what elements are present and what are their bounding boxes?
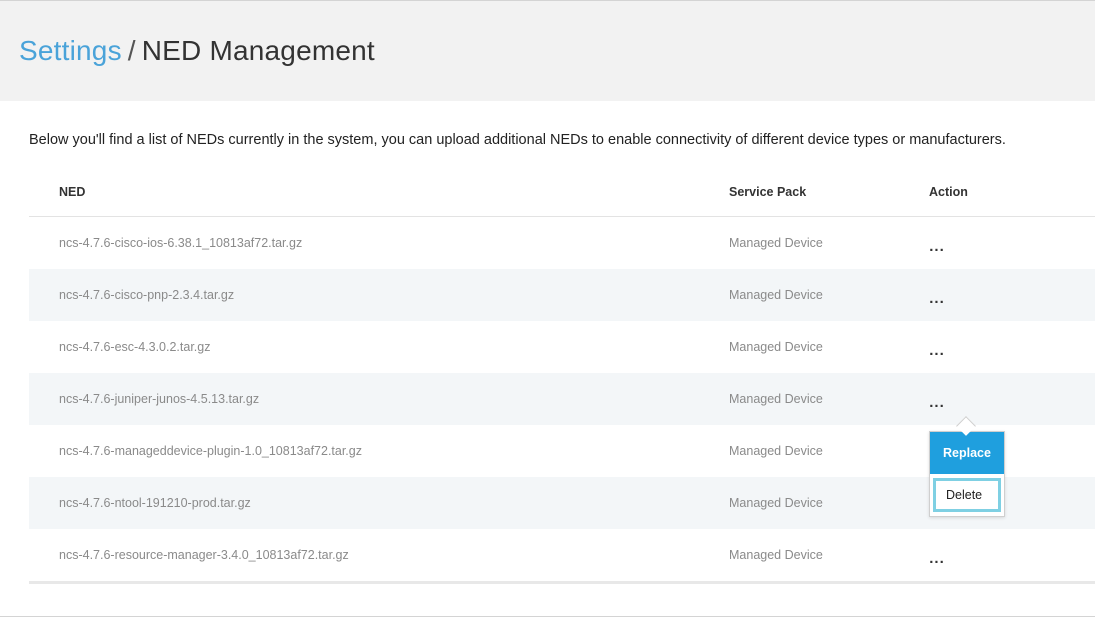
breadcrumb-settings-link[interactable]: Settings <box>19 35 122 66</box>
bottom-divider <box>0 616 1095 617</box>
table-bottom-border <box>29 581 1095 584</box>
ned-name-cell: ncs-4.7.6-ntool-191210-prod.tar.gz <box>59 496 251 510</box>
ned-name-cell: ncs-4.7.6-juniper-junos-4.5.13.tar.gz <box>59 392 260 406</box>
service-pack-cell: Managed Device <box>729 496 823 510</box>
action-menu: Replace Delete <box>929 431 1005 517</box>
ned-name-cell: ncs-4.7.6-cisco-ios-6.38.1_10813af72.tar… <box>59 236 303 250</box>
table-row: ncs-4.7.6-esc-4.3.0.2.tar.gz Managed Dev… <box>29 321 1095 373</box>
page-title: Settings / NED Management <box>19 35 375 67</box>
ned-table: NED Service Pack Action ncs-4.7.6-cisco-… <box>29 167 1095 584</box>
table-row: ncs-4.7.6-cisco-pnp-2.3.4.tar.gz Managed… <box>29 269 1095 321</box>
more-actions-icon[interactable]: ... <box>929 291 945 306</box>
delete-menu-item[interactable]: Delete <box>933 478 1001 512</box>
service-pack-cell: Managed Device <box>729 392 823 406</box>
more-actions-icon[interactable]: ... <box>929 551 945 566</box>
service-pack-cell: Managed Device <box>729 548 823 562</box>
ned-name-cell: ncs-4.7.6-manageddevice-plugin-1.0_10813… <box>59 444 362 458</box>
ned-name-cell: ncs-4.7.6-resource-manager-3.4.0_10813af… <box>59 548 349 562</box>
breadcrumb-separator: / <box>127 35 136 66</box>
more-actions-icon[interactable]: ... <box>929 343 945 358</box>
table-row: ncs-4.7.6-cisco-ios-6.38.1_10813af72.tar… <box>29 217 1095 269</box>
service-pack-cell: Managed Device <box>729 340 823 354</box>
more-actions-icon[interactable]: ... <box>929 395 945 410</box>
page: Settings / NED Management Below you'll fin… <box>0 0 1095 618</box>
ned-name-cell: ncs-4.7.6-esc-4.3.0.2.tar.gz <box>59 340 211 354</box>
table-row: ncs-4.7.6-resource-manager-3.4.0_10813af… <box>29 529 1095 581</box>
service-pack-cell: Managed Device <box>729 236 823 250</box>
intro-text: Below you'll find a list of NEDs current… <box>29 132 1006 148</box>
column-header-ned: NED <box>59 184 86 199</box>
page-header: Settings / NED Management <box>0 1 1095 101</box>
column-header-service-pack: Service Pack <box>729 184 807 199</box>
table-row: ncs-4.7.6-juniper-junos-4.5.13.tar.gz Ma… <box>29 373 1095 425</box>
more-actions-icon[interactable]: ... <box>929 239 945 254</box>
column-header-action: Action <box>929 184 968 199</box>
service-pack-cell: Managed Device <box>729 288 823 302</box>
replace-menu-item[interactable]: Replace <box>930 432 1004 474</box>
ned-name-cell: ncs-4.7.6-cisco-pnp-2.3.4.tar.gz <box>59 288 235 302</box>
table-header: NED Service Pack Action <box>29 167 1095 217</box>
breadcrumb-current: NED Management <box>141 35 375 66</box>
service-pack-cell: Managed Device <box>729 444 823 458</box>
